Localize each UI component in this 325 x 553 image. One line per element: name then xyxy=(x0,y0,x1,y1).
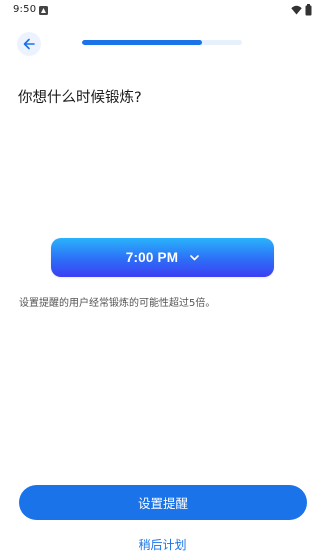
set-reminder-button[interactable]: 设置提醒 xyxy=(19,485,307,520)
time-picker-button[interactable]: 7:00 PM xyxy=(51,238,274,277)
status-bar: 9:50 xyxy=(0,0,325,24)
back-button[interactable] xyxy=(17,32,41,56)
chevron-down-icon xyxy=(190,254,200,261)
notification-icon xyxy=(39,6,48,15)
arrow-left-icon xyxy=(23,38,35,50)
plan-later-link[interactable]: 稍后计划 xyxy=(0,536,325,553)
battery-icon xyxy=(305,4,312,16)
time-value: 7:00 PM xyxy=(125,250,179,265)
status-time: 9:50 xyxy=(13,4,37,15)
progress-bar xyxy=(82,40,242,45)
question-title: 你想什么时候锻炼? xyxy=(18,90,142,106)
wifi-icon xyxy=(291,5,302,15)
hint-text: 设置提醒的用户经常锻炼的可能性超过5倍。 xyxy=(19,298,216,309)
set-reminder-label: 设置提醒 xyxy=(137,496,188,511)
progress-fill xyxy=(82,40,202,45)
